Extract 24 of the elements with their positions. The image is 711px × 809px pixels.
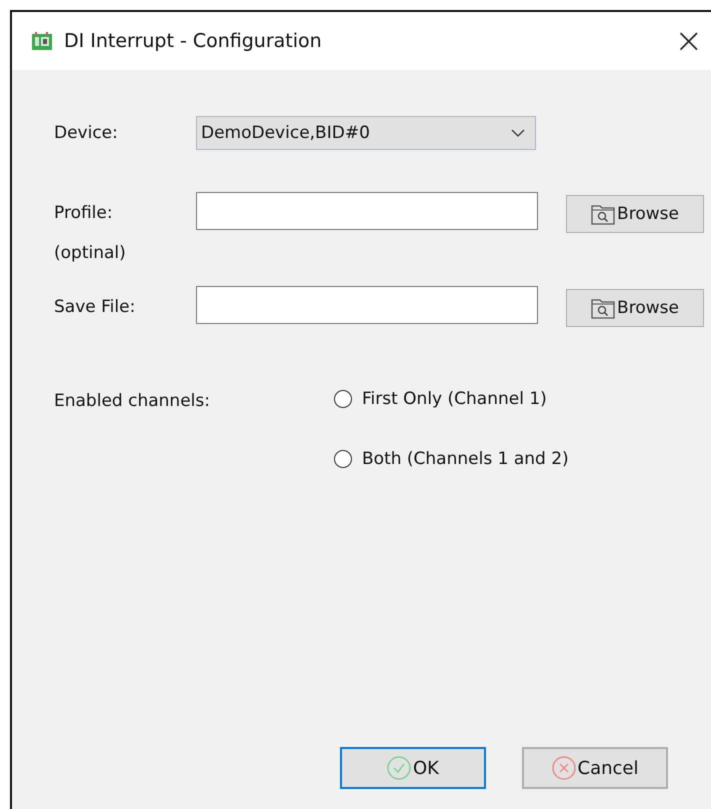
radio-option[interactable]: Both (Channels 1 and 2) — [334, 447, 569, 471]
field-label: Save File: — [54, 296, 136, 318]
close-button[interactable]: × — [668, 21, 709, 61]
radio-button[interactable] — [334, 390, 352, 408]
cancel-button[interactable]: Cancel — [522, 747, 668, 789]
field-label: Enabled channels: — [54, 390, 211, 412]
folder-search-icon — [591, 203, 616, 225]
field-label: Device: — [54, 122, 119, 144]
radio-button[interactable] — [334, 450, 352, 468]
window-title: DI Interrupt - Configuration — [64, 30, 323, 52]
ok-button[interactable]: OK — [340, 747, 486, 789]
path-input-field[interactable] — [196, 192, 538, 230]
close-circle-icon — [552, 756, 576, 780]
field-label: Profile: — [54, 202, 114, 224]
radio-option[interactable]: First Only (Channel 1) — [334, 387, 569, 411]
device-dropdown[interactable]: DemoDevice,BID#0 — [196, 116, 536, 150]
circuit-board-icon — [32, 32, 52, 50]
chevron-down-icon — [511, 129, 525, 137]
browse-button[interactable]: Browse — [566, 195, 704, 233]
check-circle-icon — [387, 756, 411, 780]
folder-search-icon — [591, 297, 616, 319]
browse-button[interactable]: Browse — [566, 289, 704, 327]
field-hint: (optinal) — [54, 242, 127, 264]
path-input-field[interactable] — [196, 286, 538, 324]
